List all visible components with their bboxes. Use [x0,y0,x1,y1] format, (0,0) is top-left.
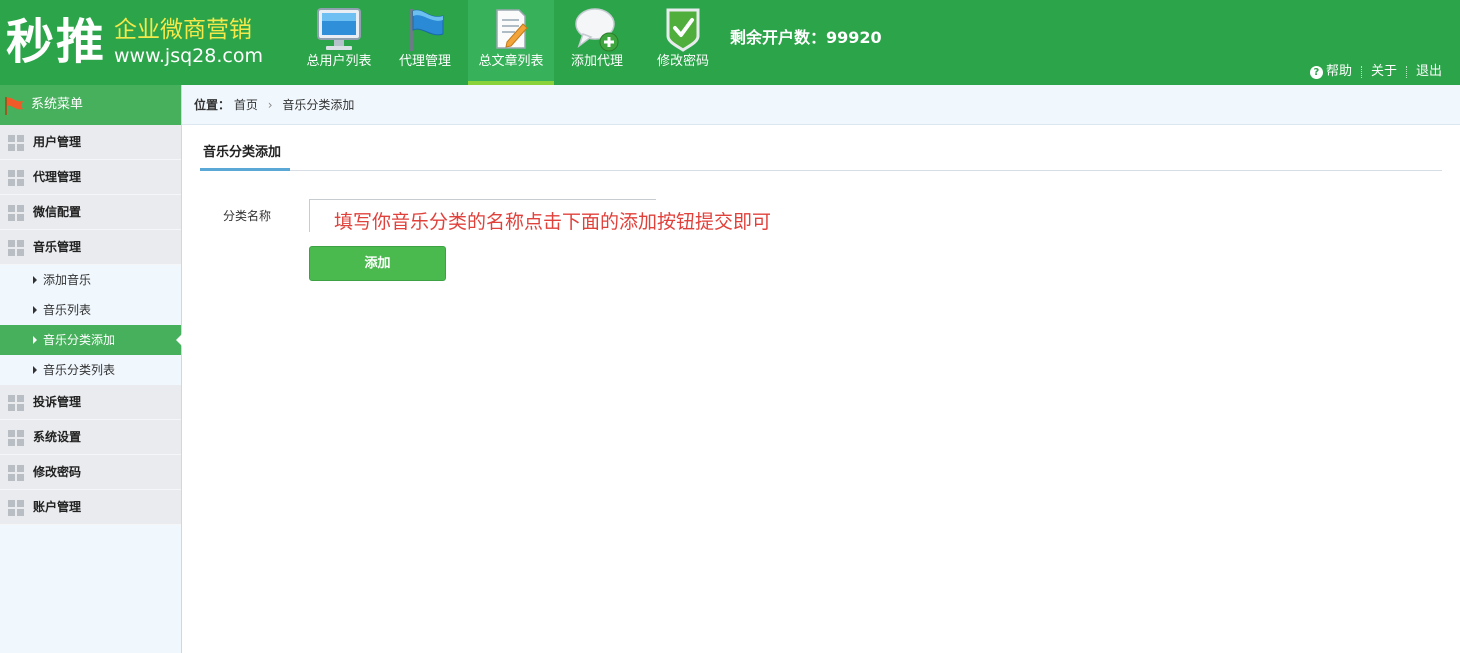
remaining-accounts: 剩余开户数：99920 [730,28,882,47]
sidebar-item-system-settings[interactable]: 系统设置 [0,420,181,455]
about-link[interactable]: 关于 [1371,64,1397,80]
help-icon: ? [1309,65,1323,79]
nav-label: 总文章列表 [478,54,544,69]
sidebar-item-agent-manage[interactable]: 代理管理 [0,160,181,195]
caret-right-icon [33,306,37,314]
tab-add-music-category[interactable]: 音乐分类添加 [200,140,290,171]
grid-icon [8,205,24,221]
nav-user-list[interactable]: 总用户列表 [296,0,382,85]
caret-right-icon [33,336,37,344]
sidebar-item-change-password[interactable]: 修改密码 [0,455,181,490]
add-button[interactable]: 添加 [309,246,446,281]
sidebar-subitem-add-music[interactable]: 添加音乐 [0,265,181,295]
nav-label: 修改密码 [656,54,709,69]
grid-icon [8,240,24,256]
sidebar-item-user-manage[interactable]: 用户管理 [0,125,181,160]
logout-link[interactable]: 退出 [1416,64,1442,80]
grid-icon [8,135,24,151]
grid-icon [8,395,24,411]
sidebar-title-label: 系统菜单 [31,97,84,112]
sidebar: 系统菜单 用户管理 代理管理 微信配置 音乐管理 添加音乐 音乐列表 音乐分类添… [0,85,182,653]
flag-icon [410,9,444,51]
divider [1360,66,1362,78]
logo-url: www.jsq28.com [114,45,263,67]
sidebar-item-label: 系统设置 [33,430,82,444]
sidebar-item-label: 投诉管理 [33,395,82,409]
sidebar-item-wechat-config[interactable]: 微信配置 [0,195,181,230]
chat-add-icon [575,8,619,52]
sidebar-item-music-manage[interactable]: 音乐管理 [0,230,181,265]
top-nav: 总用户列表 代理管理 总文章列表 添加代理 修改密码 [296,0,726,85]
sidebar-subitem-label: 音乐分类列表 [43,363,116,377]
sidebar-title: 系统菜单 [0,85,181,125]
grid-icon [8,430,24,446]
sidebar-subitem-label: 音乐分类添加 [43,333,116,347]
nav-add-agent[interactable]: 添加代理 [554,0,640,85]
nav-change-password[interactable]: 修改密码 [640,0,726,85]
nav-article-list[interactable]: 总文章列表 [468,0,554,85]
breadcrumb-prefix: 位置： [194,98,231,112]
brand-logo[interactable]: 秒推 企业微商营销 www.jsq28.com [6,10,286,76]
grid-icon [8,465,24,481]
sidebar-item-complaint-manage[interactable]: 投诉管理 [0,385,181,420]
breadcrumb: 位置： 首页 › 音乐分类添加 [182,85,1460,125]
sidebar-item-label: 音乐管理 [33,240,82,254]
sidebar-subitem-music-category-list[interactable]: 音乐分类列表 [0,355,181,385]
document-edit-icon [496,9,528,49]
sidebar-item-label: 代理管理 [33,170,82,184]
category-name-label: 分类名称 [223,209,272,223]
nav-label: 总用户列表 [306,54,372,69]
input-hint: 填写你音乐分类的名称点击下面的添加按钮提交即可 [334,211,772,233]
sidebar-subitem-label: 添加音乐 [43,273,92,287]
breadcrumb-home[interactable]: 首页 [234,98,258,112]
nav-label: 代理管理 [398,54,451,69]
grid-icon [8,170,24,186]
top-header: 秒推 企业微商营销 www.jsq28.com 总用户列表 代理管理 总文章列表… [0,0,1460,85]
logo-subtitle: 企业微商营销 [114,17,252,43]
sidebar-item-label: 微信配置 [33,205,82,219]
sidebar-item-account-manage[interactable]: 账户管理 [0,490,181,525]
breadcrumb-current: 音乐分类添加 [282,98,355,112]
help-link[interactable]: 帮助 [1326,64,1352,80]
sidebar-item-label: 用户管理 [33,135,82,149]
nav-label: 添加代理 [570,54,623,69]
sidebar-item-label: 账户管理 [33,500,82,514]
shield-check-icon [666,8,700,52]
top-links: ? 帮助 关于 退出 [1309,64,1442,80]
divider [1405,66,1407,78]
tab-bar: 音乐分类添加 [200,140,1442,171]
flag-icon [5,97,23,115]
monitor-icon [317,8,361,50]
chevron-right-icon: › [267,98,273,112]
caret-right-icon [33,276,37,284]
sidebar-item-label: 修改密码 [33,465,82,479]
sidebar-subitem-music-list[interactable]: 音乐列表 [0,295,181,325]
sidebar-subitem-label: 音乐列表 [43,303,92,317]
grid-icon [8,500,24,516]
nav-agent-manage[interactable]: 代理管理 [382,0,468,85]
sidebar-subitem-add-music-category[interactable]: 音乐分类添加 [0,325,182,355]
logo-main-text: 秒推 [6,14,107,70]
caret-right-icon [33,366,37,374]
